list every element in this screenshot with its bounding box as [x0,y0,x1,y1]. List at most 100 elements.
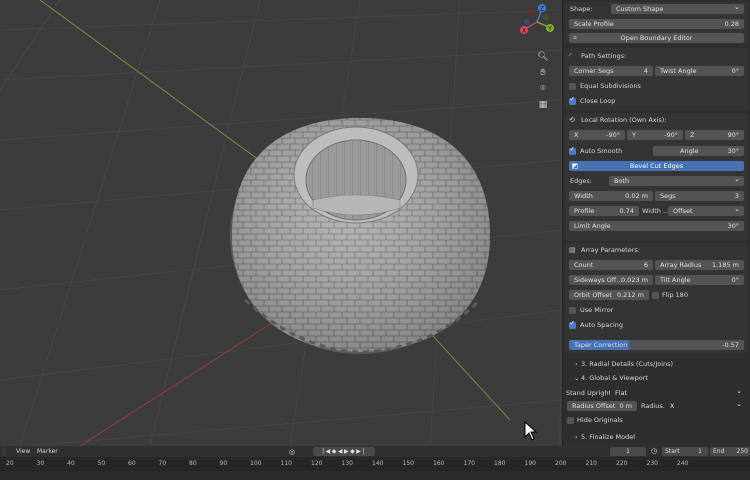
frame-tick-label: 240 [677,460,689,467]
tilt-angle-field[interactable]: Tilt Angle 0° [655,275,744,285]
auto-smooth-checkbox[interactable] [569,145,576,155]
close-loop-label: Close Loop [580,97,616,105]
twist-angle-field[interactable]: Twist Angle 0° [655,66,744,76]
tilt-angle-label: Tilt Angle [660,276,691,284]
corner-segs-field[interactable]: Corner Segs 4 [569,66,653,76]
section-5-header[interactable]: › 5. Finalize Model [565,431,748,443]
end-label: End [713,448,725,455]
editor-icon: ⌗ [573,34,577,42]
sideways-offset-field[interactable]: Sideways Off... 0.023 m [569,275,653,285]
bevel-icon: ◩ [571,162,579,170]
timeline-header: View Marker ◎ |◀◆◀▶◆▶| 1 ◷ Start 1 End 2… [0,446,750,458]
timeline-ruler[interactable]: 20 30 40 50 60 70 80 90 100 110 120 130 140 150 160 170… [0,459,750,471]
radius-offset-label: Radius Offset [572,402,616,410]
section-3-header[interactable]: › 3. Radial Details (Cuts/Joins) [565,358,748,370]
end-frame-field[interactable]: End 250 [710,447,750,456]
radius-axis-dropdown[interactable]: X [665,401,746,411]
bevel-width-field[interactable]: Width 0.02 m [569,191,653,201]
taper-correction-slider[interactable]: Taper Correction -0.57 [569,340,744,350]
scale-profile-label: Scale Profile [574,20,614,28]
count-field[interactable]: Count 6 [569,260,653,270]
axis-gizmo-icon[interactable]: Z Y X [516,0,558,44]
orbit-offset-field[interactable]: Orbit Offset 0.212 m [569,290,649,300]
use-mirror-checkbox[interactable] [569,306,576,314]
shape-label: Shape: [570,5,593,13]
zoom-icon[interactable]: 🔍︎ [536,50,550,64]
close-loop-checkbox[interactable] [569,95,576,105]
sideways-offset-value: 0.023 m [620,276,648,284]
tilt-angle-value: 0° [731,276,739,284]
array-radius-field[interactable]: Array Radius 1.185 m [655,260,744,270]
rotation-y-value: -90° [664,131,678,139]
stand-upright-dropdown[interactable]: Flat [610,388,746,398]
limit-angle-label: Limit Angle [574,222,611,230]
jump-end-icon[interactable]: ▶| [356,448,366,455]
orbit-offset-label: Orbit Offset [574,291,612,299]
ortho-grid-icon[interactable]: ▦ [536,98,550,112]
current-frame-field[interactable]: 1 [610,447,646,456]
path-curve-icon: ◜ [569,52,572,60]
limit-angle-field[interactable]: Limit Angle 30° [569,221,744,231]
open-boundary-editor-label: Open Boundary Editor [620,34,693,42]
bevel-width-value: 0.02 m [625,192,648,200]
equal-subdivisions-checkbox[interactable] [569,82,576,90]
rotation-z-field[interactable]: Z 90° [685,130,744,140]
equal-subdivisions-label: Equal Subdivisions [580,82,641,90]
rotate-icon: ⟲ [569,116,575,124]
stand-upright-label: Stand Upright: [566,389,614,397]
record-keyframe-icon[interactable]: ◎ [289,447,295,457]
rotation-x-value: -90° [606,131,620,139]
open-boundary-editor-button[interactable]: ⌗ Open Boundary Editor [569,33,744,43]
start-value: 1 [698,448,702,455]
3d-viewport[interactable]: Z Y X 🔍︎ ✋︎ ⌾ ▦ [0,0,562,446]
camera-view-icon[interactable]: ⌾ [536,82,550,96]
pan-hand-icon[interactable]: ✋︎ [536,66,550,80]
bevel-segs-field[interactable]: Segs 3 [655,191,744,201]
bevel-profile-field[interactable]: Profile 0.74 [569,206,639,216]
jump-start-icon[interactable]: |◀ [322,448,332,455]
bevel-profile-value: 0.74 [619,207,634,215]
frame-tick-label: 150 [402,460,414,467]
frame-tick-label: 30 [36,460,45,467]
section-3-label: 3. Radial Details (Cuts/Joins) [581,360,674,368]
chevron-down-icon: ⌄ [574,374,580,382]
frame-tick-label: 70 [158,460,167,467]
corner-segs-label: Corner Segs [574,67,614,75]
edges-dropdown[interactable]: Both [609,176,744,186]
count-value: 6 [643,261,648,269]
marker-menu[interactable]: Marker [37,447,58,457]
rotation-y-label: Y [632,131,636,139]
path-settings-label: Path Settings: [581,52,627,60]
editor-type-icon[interactable] [2,447,6,456]
rotation-y-field[interactable]: Y -90° [627,130,683,140]
playback-controls: |◀◆◀▶◆▶| [313,447,375,456]
use-mirror-label: Use Mirror [580,306,614,314]
flip-180-checkbox[interactable] [652,291,659,299]
hide-originals-checkbox[interactable] [567,416,574,424]
smooth-angle-field[interactable]: Angle 30° [653,146,744,156]
shape-dropdown[interactable]: Custom Shape [611,4,744,14]
start-frame-field[interactable]: Start 1 [662,447,708,456]
bevel-width-label: Width [574,192,593,200]
auto-spacing-checkbox[interactable] [569,319,576,329]
section-4-header[interactable]: ⌄ 4. Global & Viewport [565,372,748,384]
end-value: 250 [736,448,748,455]
smooth-angle-value: 30° [727,147,739,155]
frame-tick-label: 190 [524,460,536,467]
orbit-offset-value: 0.212 m [616,291,644,299]
width-type-dropdown[interactable]: Offset [668,206,744,216]
rotation-z-label: Z [690,131,695,139]
frame-tick-label: 20 [6,460,14,467]
local-rotation-label: Local Rotation (Own Axis): [581,116,667,124]
scale-profile-field[interactable]: Scale Profile 0.28 [569,19,744,29]
view-menu[interactable]: View [16,447,30,457]
width-type-label: Width ... [642,207,670,215]
clock-icon[interactable]: ◷ [651,446,657,456]
taper-correction-label: Taper Correction [574,341,628,349]
radius-offset-field[interactable]: Radius Offset 0 m [567,401,637,411]
twist-angle-value: 0° [731,67,739,75]
frame-tick-label: 160 [433,460,445,467]
section-4-label: 4. Global & Viewport [581,374,648,382]
bevel-cut-edges-toggle[interactable]: ◩ Bevel Cut Edges [569,161,744,171]
rotation-x-field[interactable]: X -90° [569,130,625,140]
